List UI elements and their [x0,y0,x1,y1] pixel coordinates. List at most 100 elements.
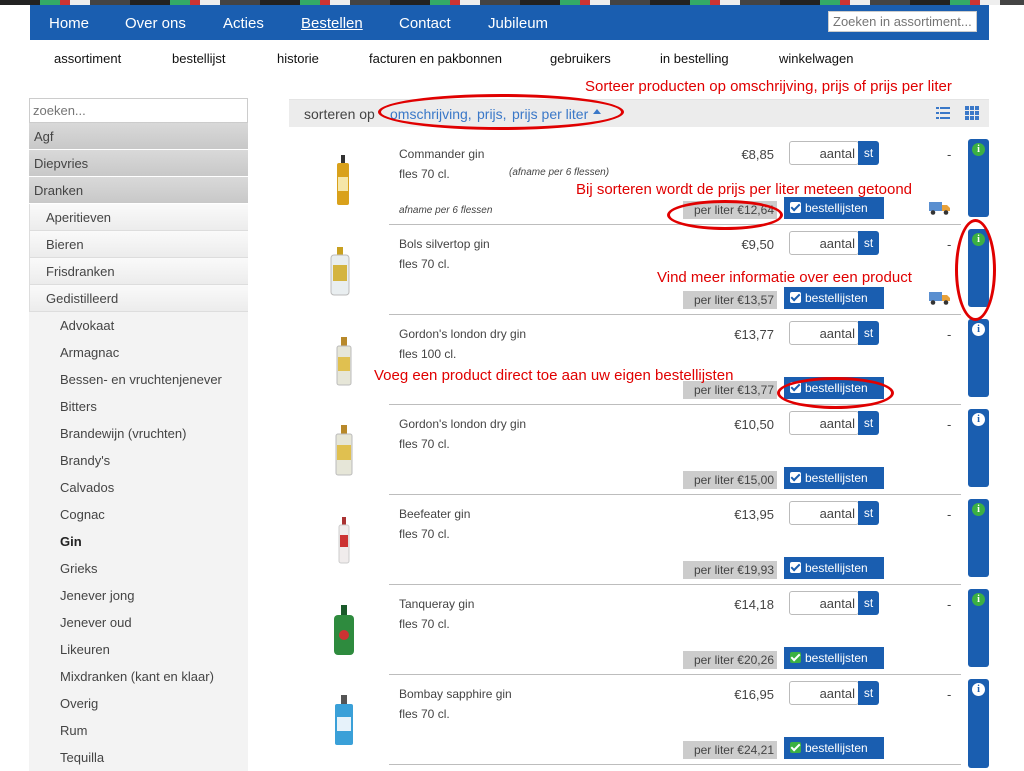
subnav-in-bestelling[interactable]: in bestelling [660,51,729,66]
subcategory-item[interactable]: Calvados [29,474,248,501]
product-name[interactable]: Gordon's london dry gin [399,327,526,341]
list-view-icon[interactable] [936,106,950,120]
subnav-historie[interactable]: historie [277,51,319,66]
subnav-winkelwagen[interactable]: winkelwagen [779,51,853,66]
unit-button[interactable]: st [858,501,879,525]
subcategory-item[interactable]: Brandewijn (vruchten) [29,420,248,447]
product-info-tab[interactable]: i [968,499,989,577]
nav-contact[interactable]: Contact [399,15,451,32]
stock-indicator: - [947,687,952,702]
stock-indicator: - [947,597,952,612]
annotation-info: Vind meer informatie over een product [657,269,912,286]
nav-over-ons[interactable]: Over ons [125,15,186,32]
quantity-input[interactable]: aantal [789,411,859,435]
annotation-price-per-liter: Bij sorteren wordt de prijs per liter me… [576,181,913,198]
unit-button[interactable]: st [858,321,879,345]
add-to-lists-button[interactable]: bestellijsten [784,647,884,669]
product-info-tab[interactable]: i [968,409,989,487]
product-volume: fles 70 cl. [399,617,450,631]
checkbox-icon [790,292,801,303]
subcategory-item[interactable]: Bessen- en vruchtenjenever [29,366,248,393]
product-row: Commander gin fles 70 cl. (afname per 6 … [289,135,961,225]
product-info-tab[interactable]: i [968,319,989,397]
nav-jubileum[interactable]: Jubileum [488,15,548,32]
product-name[interactable]: Commander gin [399,147,484,161]
add-to-lists-button[interactable]: bestellijsten [784,737,884,759]
quantity-input[interactable]: aantal [789,231,859,255]
nav-acties[interactable]: Acties [223,15,264,32]
unit-button[interactable]: st [858,231,879,255]
subcategory-item[interactable]: Jenever jong [29,582,248,609]
product-row: Gordon's london dry gin fles 70 cl. €10,… [289,405,961,495]
product-name[interactable]: Bombay sapphire gin [399,687,512,701]
add-to-lists-button[interactable]: bestellijsten [784,467,884,489]
assortment-search-input[interactable] [828,11,977,32]
info-icon: i [972,143,985,156]
category-bieren[interactable]: Bieren [29,231,248,258]
subnav-facturen[interactable]: facturen en pakbonnen [369,51,502,66]
category-dranken[interactable]: Dranken [29,177,248,204]
subcategory-item[interactable]: Cognac [29,501,248,528]
category-diepvries[interactable]: Diepvries [29,150,248,177]
lists-label: bestellijsten [805,741,868,755]
unit-button[interactable]: st [858,411,879,435]
category-frisdranken[interactable]: Frisdranken [29,258,248,285]
unit-button[interactable]: st [858,681,879,705]
subcategory-item[interactable]: Bitters [29,393,248,420]
subcategory-item[interactable]: Grieks [29,555,248,582]
quantity-input[interactable]: aantal [789,681,859,705]
product-row: Bombay sapphire gin fles 70 cl. €16,95 a… [289,675,961,765]
subcategory-item[interactable]: Rum [29,717,248,744]
add-to-lists-button[interactable]: bestellijsten [784,557,884,579]
bottle-image [338,517,350,564]
stock-indicator: - [947,507,952,522]
price-per-liter: per liter €24,21 [683,741,777,759]
product-row: Tanqueray gin fles 70 cl. €14,18 aantal … [289,585,961,675]
product-price: €13,77 [734,327,774,342]
bottle-image [335,425,353,476]
info-icon: i [972,413,985,426]
nav-home[interactable]: Home [49,15,89,32]
unit-button[interactable]: st [858,591,879,615]
subcategory-item[interactable]: Overig [29,690,248,717]
subcategory-item[interactable]: Likeuren [29,636,248,663]
product-volume: fles 70 cl. [399,437,450,451]
subcategory-item[interactable]: Brandy's [29,447,248,474]
subnav-bestellijst[interactable]: bestellijst [172,51,225,66]
sidebar-search-input[interactable] [29,98,248,123]
product-name[interactable]: Gordon's london dry gin [399,417,526,431]
category-gedistilleerd[interactable]: Gedistilleerd [29,285,248,312]
add-to-lists-button[interactable]: bestellijsten [784,197,884,219]
quantity-input[interactable]: aantal [789,321,859,345]
product-info-tab[interactable]: i [968,679,989,768]
quantity-input[interactable]: aantal [789,141,859,165]
subcategory-item[interactable]: Jenever oud [29,609,248,636]
subcategory-item[interactable]: Tequilla [29,744,248,771]
subcategory-item[interactable]: Armagnac [29,339,248,366]
category-aperitieven[interactable]: Aperitieven [29,204,248,231]
product-info-tab[interactable]: i [968,589,989,667]
subnav-gebruikers[interactable]: gebruikers [550,51,611,66]
unit-button[interactable]: st [858,141,879,165]
product-name[interactable]: Beefeater gin [399,507,470,521]
quantity-input[interactable]: aantal [789,591,859,615]
subcategory-item[interactable]: Mixdranken (kant en klaar) [29,663,248,690]
subnav-assortiment[interactable]: assortiment [54,51,121,66]
checkbox-icon [790,472,801,483]
quantity-input[interactable]: aantal [789,501,859,525]
product-price: €13,95 [734,507,774,522]
info-icon: i [972,323,985,336]
product-info-tab[interactable]: i [968,139,989,217]
subcategory-item-active[interactable]: Gin [29,528,248,555]
product-volume: fles 70 cl. [399,527,450,541]
bottle-image [334,605,354,655]
subcategory-item[interactable]: Advokaat [29,312,248,339]
delivery-truck-icon [929,202,950,215]
stock-indicator: - [947,327,952,342]
add-to-lists-button[interactable]: bestellijsten [784,287,884,309]
grid-view-icon[interactable] [965,106,979,120]
product-name[interactable]: Bols silvertop gin [399,237,490,251]
category-agf[interactable]: Agf [29,123,248,150]
nav-bestellen[interactable]: Bestellen [301,15,363,32]
product-name[interactable]: Tanqueray gin [399,597,474,611]
